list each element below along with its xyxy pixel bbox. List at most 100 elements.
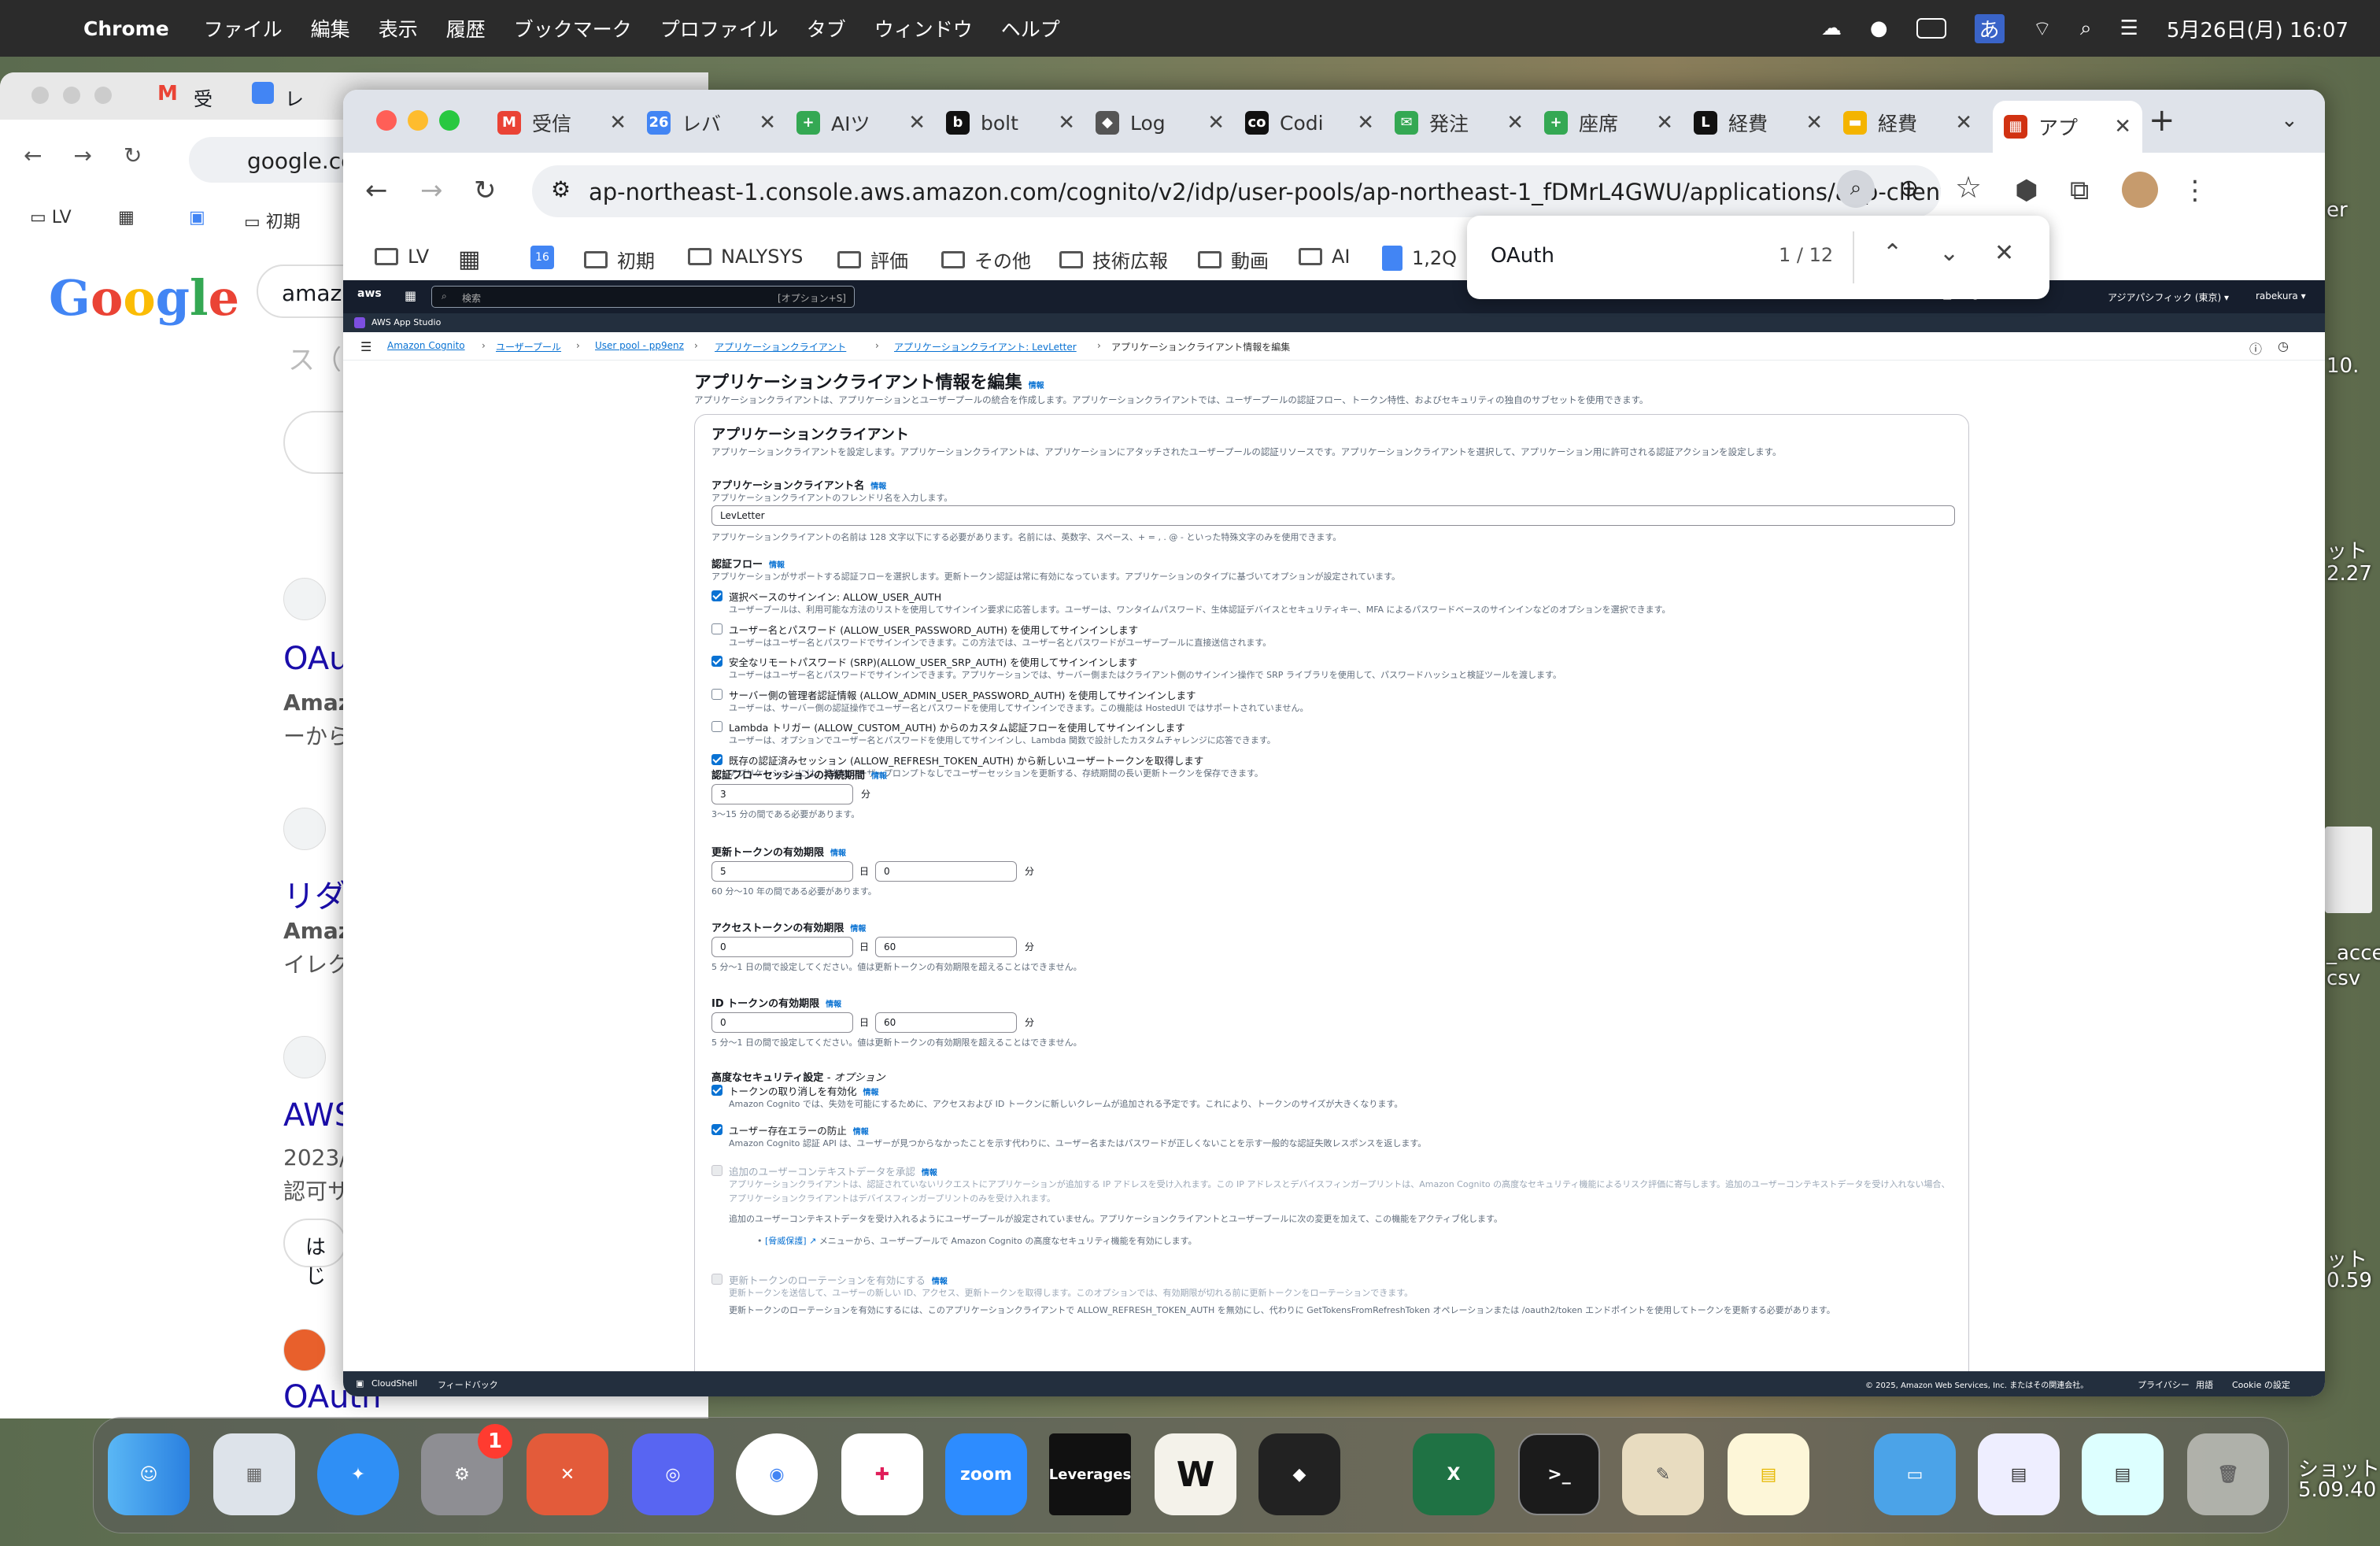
apps-grid-icon[interactable]: ▦ [458, 246, 480, 273]
desktop-label[interactable]: 2.27 [2326, 562, 2372, 586]
info-link[interactable]: 情報 [853, 1128, 869, 1137]
tab[interactable]: ✉ 発注 ✕ [1395, 101, 1528, 145]
leverages-icon[interactable]: Leverages [1049, 1433, 1131, 1515]
bookmark-folder[interactable]: 評価 [837, 246, 908, 273]
minimize-window-button[interactable] [408, 110, 428, 131]
maximize-window-button[interactable] [439, 110, 460, 131]
partial-button[interactable]: はじ [283, 1219, 346, 1289]
xmind-icon[interactable]: ✕ [527, 1433, 608, 1515]
excel-icon[interactable]: X [1413, 1433, 1495, 1515]
bookmark-folder[interactable]: AI [1299, 246, 1351, 268]
menu-help[interactable]: ヘルプ [1001, 14, 1060, 43]
auth-flow-checkbox[interactable] [711, 656, 722, 667]
access-days-input[interactable]: 0 [711, 937, 853, 957]
info-link[interactable]: 情報 [932, 1278, 948, 1286]
region-selector[interactable]: アジアパシフィック (東京) ▾ [2108, 290, 2229, 304]
close-tab-icon[interactable]: ✕ [1357, 111, 1374, 135]
breadcrumb-item[interactable]: Amazon Cognito [387, 340, 465, 351]
calendar-icon[interactable]: ▣ [189, 208, 205, 227]
extensions-puzzle-icon[interactable]: ⧉ [2070, 175, 2089, 206]
page-search-icon[interactable]: ⌕ [1837, 170, 1875, 208]
close-tab-icon[interactable]: ✕ [908, 111, 926, 135]
bookmark-lv[interactable]: LV [375, 246, 429, 268]
desktop-label[interactable]: ット [2326, 535, 2367, 564]
desktop-label[interactable]: 0.59 [2326, 1269, 2372, 1293]
bookmark-doc[interactable]: 1,2Q [1382, 246, 1457, 271]
bookmark-folder[interactable]: その他 [941, 246, 1031, 273]
terminal-icon[interactable]: >_ [1518, 1433, 1600, 1515]
forward-icon[interactable]: → [73, 142, 91, 168]
chrome-window-thumbnail-icon[interactable]: ▤ [1978, 1433, 2060, 1515]
more-menu-icon[interactable]: ⋮ [2182, 175, 2208, 206]
back-tab-label[interactable]: レ [285, 83, 304, 111]
menu-window[interactable]: ウィンドウ [874, 14, 973, 43]
system-settings-icon[interactable]: ⚙ 1 [421, 1424, 512, 1515]
tab-search-icon[interactable]: ⌄ [2281, 109, 2298, 132]
privacy-link[interactable]: プライバシー [2138, 1378, 2190, 1391]
info-link[interactable]: 情報 [922, 1169, 937, 1178]
cloudshell-icon[interactable]: ▣ [356, 1378, 364, 1389]
breadcrumb-item[interactable]: ユーザープール [496, 340, 561, 353]
input-mode-icon[interactable]: あ [1974, 13, 2005, 43]
tab[interactable]: 26 レバ ✕ [647, 101, 781, 145]
menu-profile[interactable]: プロファイル [660, 14, 778, 43]
partial-card[interactable] [283, 411, 346, 474]
client-name-input[interactable]: LevLetter [711, 505, 1955, 526]
id-minutes-input[interactable]: 60 [875, 1012, 1017, 1033]
access-minutes-input[interactable]: 60 [875, 937, 1017, 957]
tab[interactable]: + 座席 ✕ [1544, 101, 1678, 145]
menu-edit[interactable]: 編集 [311, 14, 350, 43]
app-studio-link[interactable]: AWS App Studio [371, 317, 441, 327]
desktop-label[interactable]: 5.09.40 [2298, 1478, 2376, 1502]
launchpad-icon[interactable]: ▦ [213, 1433, 295, 1515]
auth-flow-checkbox[interactable] [711, 688, 722, 700]
bookmark-folder[interactable]: 初期 [584, 246, 655, 273]
extension-shield-icon[interactable]: ⬢ [2015, 175, 2038, 206]
menu-history[interactable]: 履歴 [446, 14, 486, 43]
textedit-icon[interactable]: ✎ [1622, 1433, 1704, 1515]
desktop-label[interactable]: csv [2326, 967, 2360, 990]
services-grid-icon[interactable]: ▦ [405, 288, 416, 303]
info-link[interactable]: 情報 [769, 561, 785, 570]
desktop-label[interactable]: 10. [2326, 354, 2359, 378]
info-link[interactable]: 情報 [1029, 382, 1044, 390]
back-icon[interactable]: ← [365, 175, 388, 206]
breadcrumb-item[interactable]: アプリケーションクライアント [715, 340, 846, 353]
back-bookmark-lv[interactable]: ▭ LV [30, 208, 72, 227]
close-window-button[interactable] [376, 110, 397, 131]
tab[interactable]: ▦ アプ ✕ [1993, 101, 2142, 153]
cube-app-icon[interactable]: ◆ [1258, 1433, 1340, 1515]
info-link[interactable]: 情報 [871, 772, 887, 781]
w-app-icon[interactable]: W [1155, 1433, 1236, 1515]
back-bookmark-initial[interactable]: ▭ 初期 [244, 208, 301, 233]
back-tab-label[interactable]: 受 [194, 83, 213, 111]
refresh-days-input[interactable]: 5 [711, 861, 853, 882]
desktop-label[interactable]: _acces [2326, 941, 2380, 965]
close-icon[interactable]: ✕ [1994, 239, 2014, 267]
close-tab-icon[interactable]: ✕ [1207, 111, 1225, 135]
breadcrumb-item[interactable]: アプリケーションクライアント: LevLetter [894, 340, 1077, 353]
zoom-icon[interactable]: ⊕ [1899, 175, 1919, 202]
cloudshell-link[interactable]: CloudShell [371, 1378, 417, 1389]
chrome-window-thumbnail-icon[interactable]: ▤ [2082, 1433, 2164, 1515]
auth-flow-checkbox[interactable] [711, 753, 722, 765]
result-title[interactable]: リダ [283, 871, 346, 916]
info-link[interactable]: 情報 [870, 483, 886, 491]
csv-file-icon[interactable] [2325, 827, 2372, 913]
clock[interactable]: 5月26日(月) 16:07 [2167, 14, 2349, 43]
wifi-icon[interactable]: ⌔ [2033, 16, 2052, 42]
context-checkbox[interactable] [711, 1165, 722, 1176]
back-traffic-max[interactable] [94, 87, 112, 104]
tab[interactable]: b bolt ✕ [946, 101, 1080, 145]
site-info-icon[interactable]: ⚙ [551, 176, 571, 202]
aws-logo[interactable]: aws [357, 287, 382, 300]
avatar-status-icon[interactable]: ● [1870, 17, 1888, 40]
reload-icon[interactable]: ↻ [474, 175, 497, 206]
find-next-icon[interactable]: ⌄ [1939, 239, 1959, 267]
refresh-minutes-input[interactable]: 0 [875, 861, 1017, 882]
menu-bookmarks[interactable]: ブックマーク [514, 14, 632, 43]
zoom-app-icon[interactable]: zoom [945, 1433, 1027, 1515]
close-tab-icon[interactable]: ✕ [1955, 111, 1972, 135]
terms-link[interactable]: 用語 [2196, 1378, 2213, 1391]
close-tab-icon[interactable]: ✕ [1058, 111, 1075, 135]
